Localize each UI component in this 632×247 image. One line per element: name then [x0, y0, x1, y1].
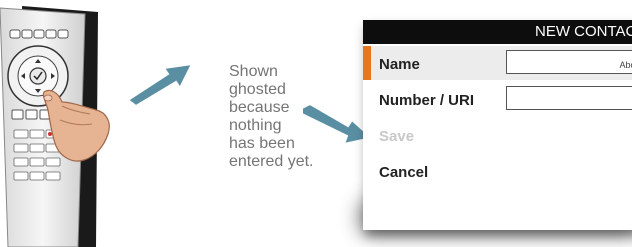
name-row[interactable]: Name Abc	[363, 46, 632, 80]
save-label: Save	[379, 128, 415, 145]
selection-indicator	[363, 46, 371, 80]
caption-line: because	[229, 99, 290, 116]
caption-line: Shown	[229, 63, 278, 80]
caption-line: ghosted	[229, 81, 286, 98]
number-uri-row[interactable]: Number / URI	[363, 82, 632, 116]
name-label: Name	[379, 56, 420, 73]
dialog-title: NEW CONTACT	[363, 20, 632, 44]
caption-line: nothing	[229, 117, 282, 134]
ghosted-caption: Shown ghosted because nothing has been e…	[229, 63, 319, 171]
number-uri-field[interactable]	[506, 86, 632, 110]
caption-line: has been	[229, 135, 295, 152]
new-contact-dialog: NEW CONTACT Name Abc Number / URI Save C…	[363, 20, 632, 230]
name-field[interactable]: Abc	[506, 50, 632, 74]
caption-line: entered yet.	[229, 153, 314, 170]
remote-control-illustration	[0, 6, 118, 247]
arrow-to-dialog	[126, 62, 194, 106]
input-mode-hint: Abc	[619, 60, 632, 70]
cancel-button[interactable]: Cancel	[363, 154, 632, 188]
cancel-label: Cancel	[379, 164, 429, 181]
save-button: Save	[363, 118, 632, 152]
number-uri-label: Number / URI	[379, 92, 475, 109]
